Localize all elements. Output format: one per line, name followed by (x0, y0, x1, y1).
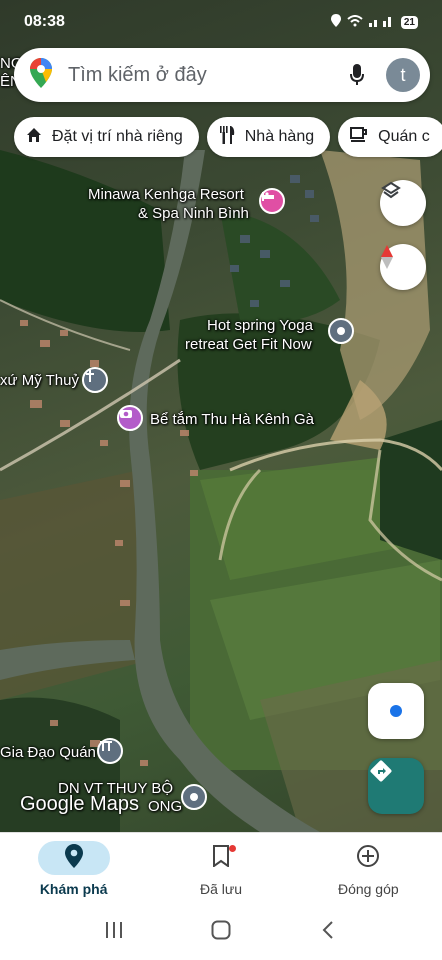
wifi-icon (347, 14, 363, 30)
yoga-label-line2[interactable]: retreat Get Fit Now (185, 336, 312, 354)
battery-icon: 21 (400, 15, 418, 29)
notification-dot (228, 844, 236, 852)
yoga-label-line1[interactable]: Hot spring Yoga (207, 317, 313, 335)
recent-apps-button[interactable] (99, 917, 129, 947)
chip-restaurants[interactable]: Nhà hàng (206, 117, 331, 157)
chip-label: Đặt vị trí nhà riêng (52, 128, 183, 145)
search-input[interactable]: Tìm kiếm ở đây (68, 64, 342, 87)
back-button[interactable] (313, 917, 343, 947)
nav-contribute-icon-wrap (332, 841, 404, 875)
google-maps-logo: Google Maps (20, 793, 139, 815)
add-circle-icon (356, 844, 380, 871)
back-chevron-icon (322, 920, 334, 945)
chip-cafes[interactable]: Quán c (338, 117, 442, 157)
chip-label: Quán c (378, 128, 430, 145)
restaurant-icon (219, 125, 245, 149)
chip-set-home[interactable]: Đặt vị trí nhà riêng (14, 117, 199, 157)
dn-label-line2[interactable]: ONG (148, 798, 182, 816)
church-label[interactable]: xứ Mỹ Thuỷ (0, 372, 79, 390)
maps-screen: NG ÊN Minawa Kenhga Resort & Spa Ninh Bì… (0, 0, 442, 960)
nav-saved-icon-wrap (185, 841, 257, 875)
location-dot-icon (390, 705, 402, 717)
search-bar[interactable]: Tìm kiếm ở đây t (14, 48, 430, 102)
nav-contribute-label: Đóng góp (337, 880, 399, 897)
gate-pin-icon[interactable] (97, 738, 123, 764)
category-chips: Đặt vị trí nhà riêng Nhà hàng Quán c (14, 117, 442, 157)
place-pin-icon[interactable] (181, 784, 207, 810)
camera-pin-icon[interactable] (117, 405, 143, 431)
nav-explore-icon-wrap (37, 840, 110, 875)
location-status-icon (330, 14, 341, 30)
account-avatar[interactable]: t (386, 58, 420, 92)
chip-label: Nhà hàng (244, 128, 315, 145)
system-navigation-bar (0, 904, 442, 960)
nav-saved[interactable]: Đã lưu (147, 833, 294, 904)
status-bar: 08:38 21 (0, 0, 442, 44)
google-maps-pin-icon (30, 57, 52, 93)
place-pin-icon[interactable] (328, 318, 354, 344)
nav-explore-label: Khám phá (39, 880, 108, 897)
status-time: 08:38 (24, 13, 65, 30)
layers-button[interactable] (380, 180, 426, 226)
bottom-navigation: Khám phá Đã lưu Đóng góp (0, 832, 442, 904)
hotel-pin-icon[interactable] (259, 188, 285, 214)
bookmark-icon (212, 845, 230, 870)
status-icons: 21 (330, 14, 418, 30)
home-button[interactable] (206, 917, 236, 947)
nav-explore[interactable]: Khám phá (0, 833, 147, 904)
home-square-icon (211, 920, 231, 945)
nav-saved-label: Đã lưu (199, 880, 243, 897)
explore-pin-icon (64, 844, 83, 871)
bath-label[interactable]: Bể tắm Thu Hà Kênh Gà (150, 411, 314, 429)
signal-icon (368, 15, 395, 30)
recent-apps-icon (105, 921, 123, 943)
home-icon (26, 127, 52, 148)
resort-label-line1[interactable]: Minawa Kenhga Resort (88, 186, 244, 204)
directions-button[interactable] (368, 758, 424, 814)
microphone-icon[interactable] (342, 60, 372, 90)
gia-dao-label[interactable]: Gia Đạo Quán (0, 744, 96, 762)
nav-contribute[interactable]: Đóng góp (295, 833, 442, 904)
resort-label-line2[interactable]: & Spa Ninh Bình (138, 205, 249, 223)
church-cross-icon[interactable] (82, 367, 108, 393)
my-location-button[interactable] (368, 683, 424, 739)
cafe-icon (350, 126, 378, 148)
compass-button[interactable] (380, 244, 426, 290)
